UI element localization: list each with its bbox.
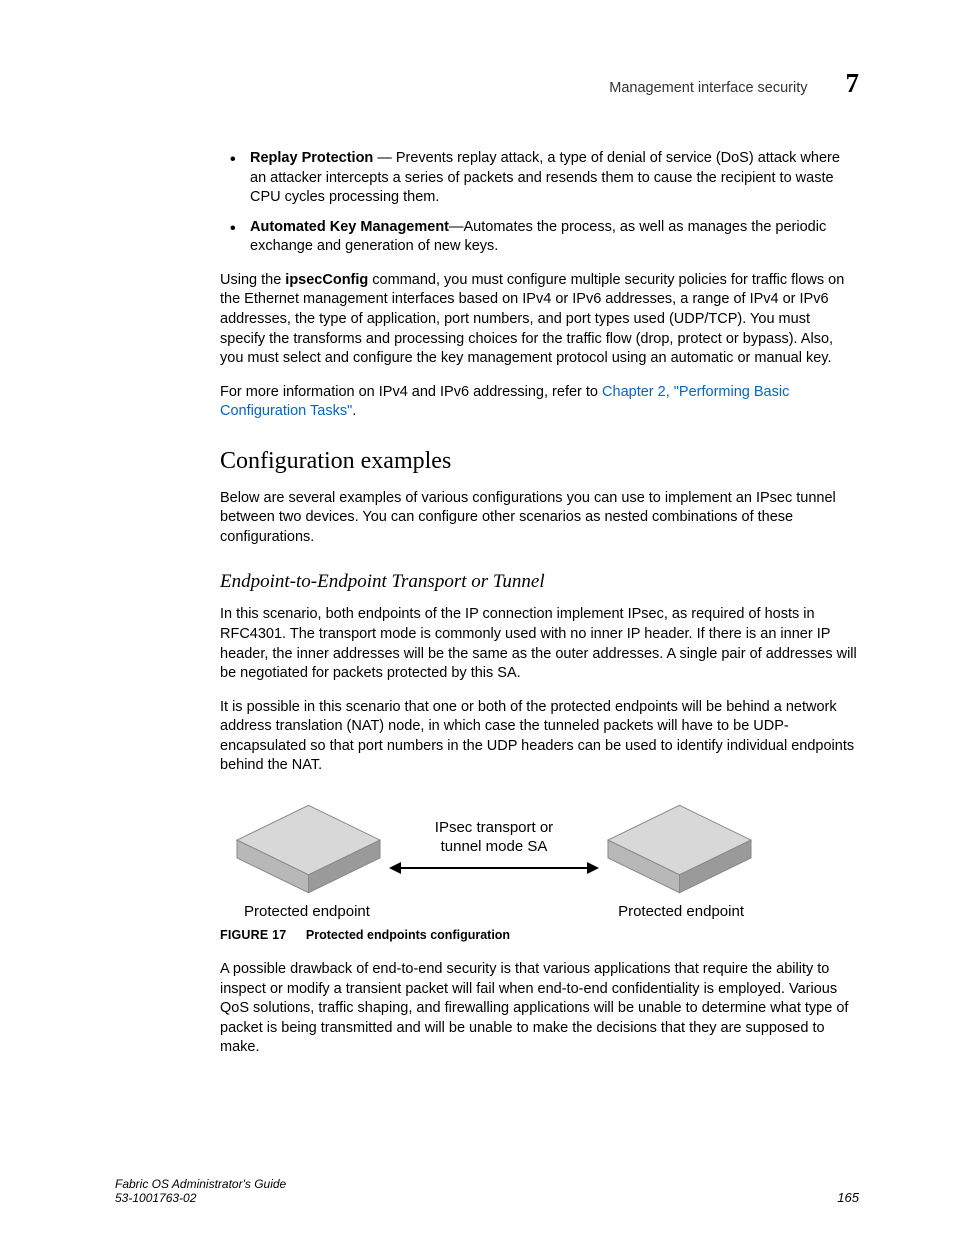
double-arrow-icon: [389, 861, 599, 875]
arrow-block: IPsec transport ortunnel mode SA: [383, 819, 605, 880]
section-heading: Configuration examples: [220, 448, 859, 475]
bullet-sep: —: [449, 219, 464, 235]
endpoint-box-icon: [605, 802, 754, 897]
bullet-term: Replay Protection: [250, 150, 373, 166]
subsection-heading: Endpoint-to-Endpoint Transport or Tunnel: [220, 571, 859, 593]
body-paragraph: It is possible in this scenario that one…: [220, 698, 859, 776]
text-run: Using the: [220, 272, 285, 288]
arrow-label: IPsec transport ortunnel mode SA: [389, 819, 599, 857]
body-paragraph: For more information on IPv4 and IPv6 ad…: [220, 383, 859, 422]
bullet-sep: —: [373, 150, 396, 166]
text-run: .: [352, 403, 356, 419]
endpoint-box-icon: [234, 802, 383, 897]
header-section-title: Management interface security: [609, 80, 807, 96]
body-paragraph: Using the ipsecConfig command, you must …: [220, 271, 859, 369]
figure-caption-text: Protected endpoints configuration: [306, 928, 510, 942]
command-name: ipsecConfig: [285, 272, 368, 288]
bullet-term: Automated Key Management: [250, 219, 449, 235]
footer-book-title: Fabric OS Administrator's Guide: [115, 1177, 286, 1191]
endpoint-label: Protected endpoint: [618, 903, 744, 920]
body-paragraph: Below are several examples of various co…: [220, 489, 859, 548]
body-paragraph: In this scenario, both endpoints of the …: [220, 605, 859, 683]
bullet-list: Replay Protection — Prevents replay atta…: [220, 149, 859, 257]
bullet-item: Automated Key Management—Automates the p…: [220, 218, 859, 257]
figure-labels: Protected endpoint Protected endpoint: [234, 903, 754, 920]
text-run: For more information on IPv4 and IPv6 ad…: [220, 384, 602, 400]
endpoint-label: Protected endpoint: [244, 903, 370, 920]
footer-left: Fabric OS Administrator's Guide 53-10017…: [115, 1177, 286, 1205]
bullet-item: Replay Protection — Prevents replay atta…: [220, 149, 859, 208]
page-number: 165: [837, 1190, 859, 1205]
footer-part-number: 53-1001763-02: [115, 1191, 286, 1205]
page-footer: Fabric OS Administrator's Guide 53-10017…: [115, 1177, 859, 1205]
page-header: Management interface security 7: [115, 68, 859, 99]
figure-number: FIGURE 17: [220, 928, 286, 942]
figure: IPsec transport ortunnel mode SA Protect…: [234, 802, 754, 920]
body-paragraph: A possible drawback of end-to-end securi…: [220, 960, 859, 1058]
content-area: Replay Protection — Prevents replay atta…: [115, 149, 859, 1058]
figure-caption: FIGURE 17 Protected endpoints configurat…: [220, 928, 859, 942]
figure-row: IPsec transport ortunnel mode SA: [234, 802, 754, 897]
chapter-number: 7: [846, 68, 860, 99]
